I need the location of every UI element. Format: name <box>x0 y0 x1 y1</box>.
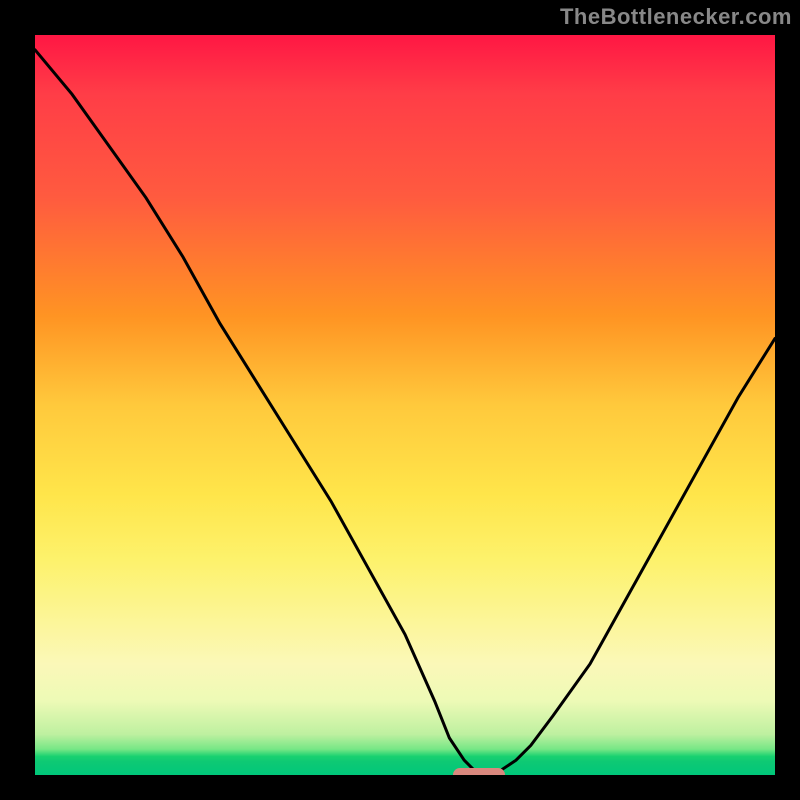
chart-frame: TheBottlenecker.com <box>0 0 800 800</box>
optimal-marker <box>453 768 505 775</box>
watermark-text: TheBottlenecker.com <box>560 4 792 30</box>
bottleneck-curve <box>35 50 775 775</box>
plot-area <box>35 35 775 775</box>
curve-layer <box>35 35 775 775</box>
